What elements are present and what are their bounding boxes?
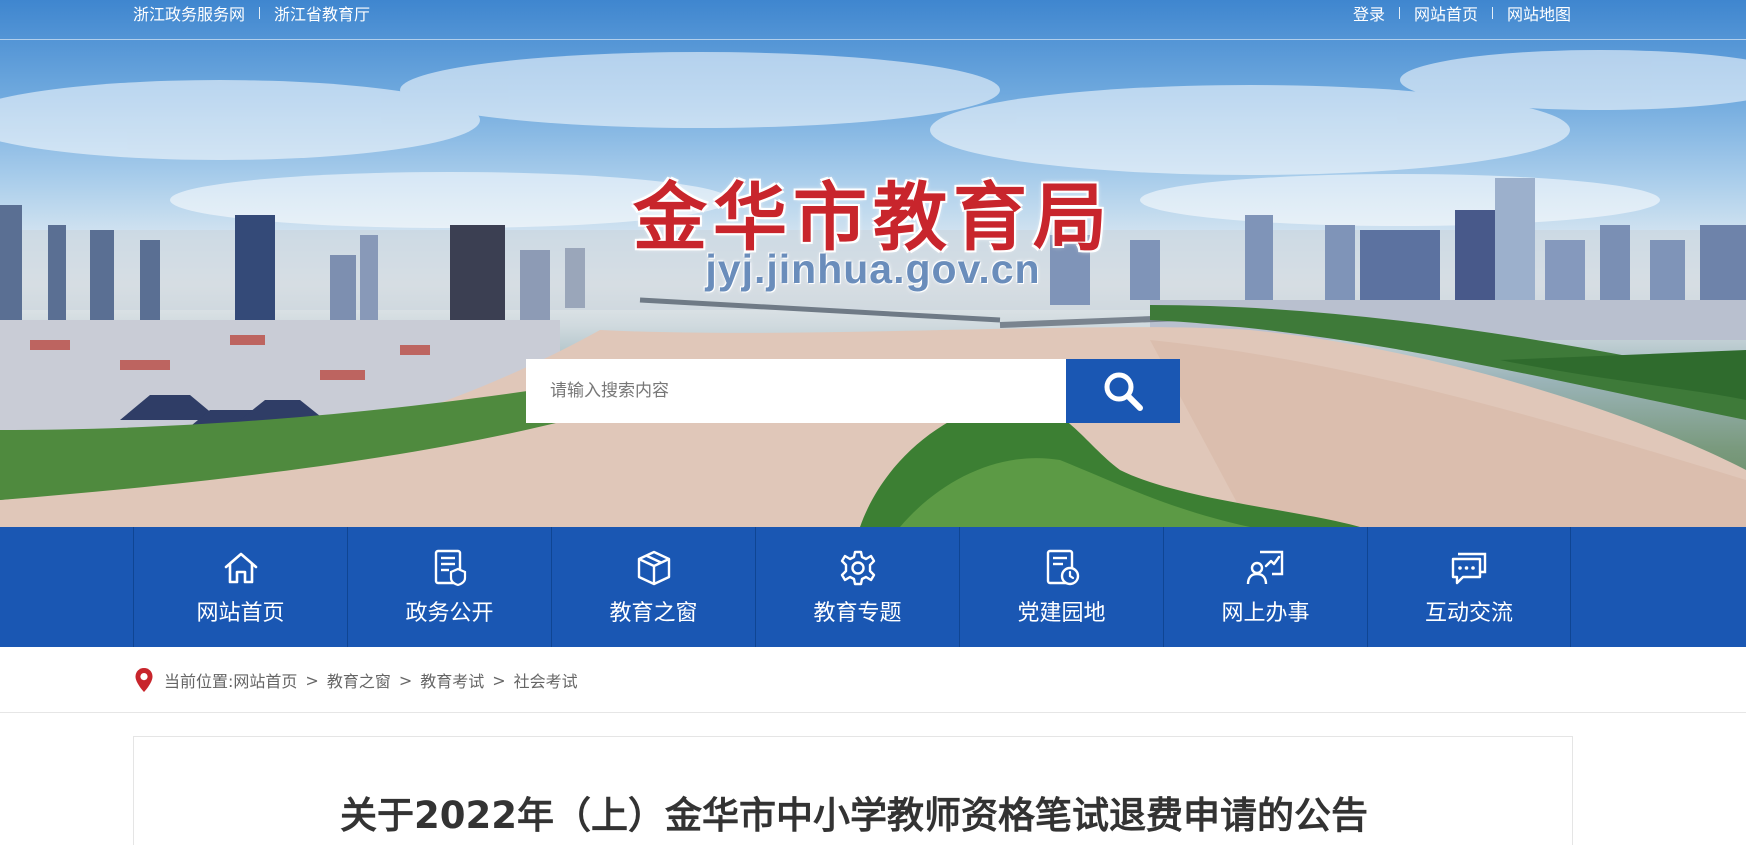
breadcrumb-separator: > (398, 670, 413, 690)
gear-icon (840, 550, 875, 586)
nav-item-education-topics[interactable]: 教育专题 (755, 527, 959, 647)
nav-item-label: 教育专题 (813, 601, 902, 626)
divider (259, 7, 261, 19)
location-pin-icon (135, 668, 153, 692)
nav-item-home[interactable]: 网站首页 (133, 527, 347, 647)
nav-item-label: 互动交流 (1424, 601, 1513, 626)
top-bar-external-links: 浙江政务服务网 浙江省教育厅 (133, 2, 370, 24)
box-icon (637, 550, 670, 586)
breadcrumb-link-education-window[interactable]: 教育之窗 (327, 668, 391, 692)
nav-item-interaction[interactable]: 互动交流 (1367, 527, 1571, 647)
nav-item-online-services[interactable]: 网上办事 (1163, 527, 1367, 647)
nav-item-label: 政务公开 (405, 601, 494, 626)
breadcrumb-separator: > (492, 670, 506, 690)
breadcrumb-link-education-exams[interactable]: 教育考试 (420, 668, 484, 692)
search-input[interactable] (526, 359, 1066, 423)
breadcrumb: 当前位置: 网站首页 > 教育之窗 > 教育考试 > 社会考试 (134, 667, 578, 693)
nav-item-label: 教育之窗 (609, 601, 698, 626)
link-zhejiang-gov-service[interactable]: 浙江政务服务网 (133, 1, 245, 25)
divider (1491, 7, 1493, 19)
person-chart-icon (1246, 550, 1283, 585)
top-bar: 浙江政务服务网 浙江省教育厅 登录 网站首页 网站地图 (0, 0, 1746, 40)
home-icon (224, 552, 257, 584)
sitemap-link[interactable]: 网站地图 (1507, 1, 1571, 25)
top-bar-site-links: 登录 网站首页 网站地图 (1353, 2, 1571, 24)
nav-item-party-building[interactable]: 党建园地 (959, 527, 1163, 647)
header-banner: 浙江政务服务网 浙江省教育厅 登录 网站首页 网站地图 金华市教育局 jyj.j… (0, 0, 1746, 527)
document-clock-icon (1046, 549, 1079, 586)
link-zhejiang-education-dept[interactable]: 浙江省教育厅 (274, 1, 370, 25)
document-shield-icon (434, 549, 466, 587)
divider (1398, 7, 1400, 19)
nav-item-label: 网上办事 (1221, 601, 1310, 626)
article-title: 关于2022年（上）金华市中小学教师资格笔试退费申请的公告 (340, 794, 1368, 837)
breadcrumb-separator: > (305, 670, 319, 690)
breadcrumb-prefix: 当前位置: (164, 672, 234, 691)
breadcrumb-link-home[interactable]: 网站首页 (233, 668, 297, 692)
site-domain: jyj.jinhua.gov.cn (705, 246, 1041, 292)
search-button[interactable] (1066, 359, 1180, 423)
breadcrumb-link-social-exams[interactable]: 社会考试 (514, 668, 578, 692)
breadcrumb-bar: 当前位置: 网站首页 > 教育之窗 > 教育考试 > 社会考试 (0, 647, 1746, 713)
home-link[interactable]: 网站首页 (1414, 1, 1478, 25)
nav-item-education-window[interactable]: 教育之窗 (551, 527, 755, 647)
login-link[interactable]: 登录 (1353, 1, 1385, 25)
chat-icon (1451, 552, 1487, 585)
nav-item-label: 网站首页 (196, 601, 285, 626)
main-nav: 网站首页 政务公开 教育之窗 教育专题 党建园地 网上办事 互动交流 (0, 527, 1746, 647)
search-icon (1104, 372, 1143, 411)
nav-item-gov-affairs[interactable]: 政务公开 (347, 527, 551, 647)
nav-item-label: 党建园地 (1017, 601, 1106, 626)
article-panel: 关于2022年（上）金华市中小学教师资格笔试退费申请的公告 (133, 736, 1573, 845)
